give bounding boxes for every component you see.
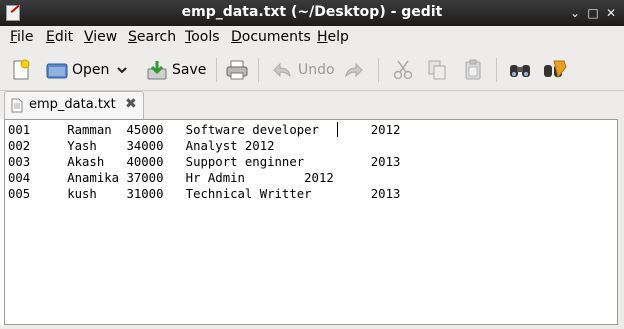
menu-documents[interactable]: Documents: [231, 29, 311, 45]
close-window-icon[interactable]: ✕: [602, 4, 620, 22]
tab-label: emp_data.txt: [29, 97, 116, 112]
open-button[interactable]: Open: [46, 58, 109, 82]
menu-documents-label: ocuments: [241, 29, 311, 45]
tab-emp-data[interactable]: emp_data.txt ✖: [4, 91, 144, 119]
menu-documents-mnemonic: D: [231, 29, 242, 45]
chevron-down-icon: [117, 67, 127, 74]
editor-line: 004 Anamika 37000 Hr Admin 2012: [8, 171, 334, 185]
scissors-icon: [393, 60, 413, 80]
new-document-icon: [13, 59, 30, 80]
editor-line: 003 Akash 40000 Support enginner 2013: [8, 155, 401, 169]
menu-edit-label: dit: [54, 29, 74, 45]
menu-file-mnemonic: F: [10, 29, 18, 45]
menu-view-mnemonic: V: [84, 29, 94, 45]
menu-file-label: ile: [17, 29, 34, 45]
print-icon: [226, 60, 248, 80]
text-file-icon: [11, 98, 23, 113]
copy-icon: [428, 60, 446, 80]
toolbar-separator: [216, 58, 217, 82]
menu-help[interactable]: Help: [317, 29, 349, 45]
menu-help-label: elp: [327, 29, 349, 45]
find-and-replace-button[interactable]: [542, 58, 568, 82]
tab-close-icon[interactable]: ✖: [125, 96, 137, 112]
menu-view[interactable]: View: [84, 29, 117, 45]
find-replace-icon: [544, 60, 567, 79]
menu-help-mnemonic: H: [317, 29, 328, 45]
menu-tools-label: ools: [191, 29, 220, 45]
undo-button[interactable]: Undo: [272, 58, 335, 82]
toolbar-separator: [378, 58, 379, 82]
menu-view-label: iew: [93, 29, 118, 45]
open-label: Open: [72, 62, 110, 78]
new-document-button[interactable]: [10, 58, 32, 82]
maximize-icon[interactable]: □: [584, 4, 602, 22]
save-label: Save: [172, 62, 207, 78]
binoculars-icon: [510, 65, 530, 77]
toolbar: Open Save Undo: [0, 50, 624, 91]
save-button[interactable]: Save: [146, 58, 206, 82]
menu-edit[interactable]: Edit: [46, 29, 73, 45]
find-button[interactable]: [508, 58, 532, 82]
toolbar-separator: [258, 58, 259, 82]
menu-search[interactable]: Search: [128, 29, 176, 45]
text-editor[interactable]: 001 Ramman 45000 Software developer 2012…: [4, 119, 618, 325]
redo-icon: [345, 62, 363, 78]
text-cursor: [337, 122, 338, 137]
menu-bar: File Edit View Search Tools Documents He…: [0, 26, 624, 50]
window-title: emp_data.txt (~/Desktop) - gedit: [181, 4, 443, 20]
copy-button[interactable]: [426, 58, 448, 82]
window-edge: [0, 325, 624, 329]
open-recent-dropdown[interactable]: [116, 58, 128, 82]
toolbar-separator: [496, 58, 497, 82]
editor-line: 001 Ramman 45000 Software developer 2012: [8, 123, 401, 137]
menu-search-mnemonic: S: [128, 29, 137, 45]
open-folder-icon: [46, 63, 68, 79]
cut-button[interactable]: [392, 58, 414, 82]
window-edge: [618, 119, 624, 329]
undo-icon: [273, 62, 291, 78]
menu-file[interactable]: File: [10, 29, 33, 45]
minimize-icon[interactable]: ⌄: [566, 4, 584, 22]
editor-line: 005 kush 31000 Technical Writter 2013: [8, 187, 401, 201]
menu-tools[interactable]: Tools: [185, 29, 220, 45]
editor-line: 002 Yash 34000 Analyst 2012: [8, 139, 275, 153]
print-button[interactable]: [225, 58, 249, 82]
paste-icon: [465, 59, 481, 80]
undo-label: Undo: [298, 62, 335, 78]
redo-button[interactable]: [344, 58, 364, 82]
save-icon: [147, 61, 167, 80]
menu-edit-mnemonic: E: [46, 29, 55, 45]
tab-bar: emp_data.txt ✖: [0, 91, 624, 119]
paste-button[interactable]: [462, 58, 484, 82]
menu-search-label: earch: [136, 29, 177, 45]
title-bar: emp_data.txt (~/Desktop) - gedit ⌄ □ ✕: [0, 0, 624, 26]
